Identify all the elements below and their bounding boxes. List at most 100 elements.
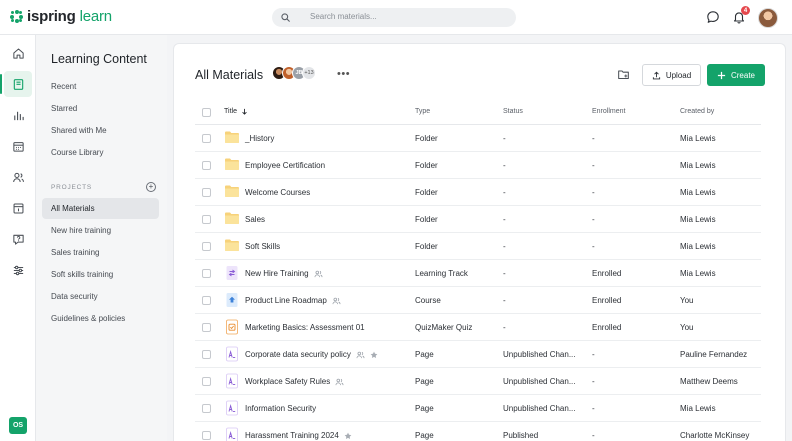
row-checkbox[interactable] bbox=[202, 215, 211, 224]
table-row[interactable]: Information Security Page Unpublished Chan… bbox=[195, 395, 761, 422]
row-checkbox[interactable] bbox=[202, 134, 211, 143]
table-row[interactable]: Product Line Roadmap Course - Enrolled You bbox=[195, 287, 761, 314]
column-status[interactable]: Status bbox=[503, 108, 523, 115]
track-icon bbox=[224, 265, 240, 283]
table-row[interactable]: Corporate data security policy Page Unpubl… bbox=[195, 341, 761, 368]
row-title[interactable]: Product Line Roadmap bbox=[245, 296, 341, 305]
row-title[interactable]: Welcome Courses bbox=[245, 188, 310, 197]
table-row[interactable]: Workplace Safety Rules Page Unpublished Ch… bbox=[195, 368, 761, 395]
shared-users-icon bbox=[314, 270, 323, 278]
table-row[interactable]: Harassment Training 2024 Page Published - Ch… bbox=[195, 422, 761, 441]
row-status: - bbox=[503, 215, 506, 224]
sidebar-item-shared[interactable]: Shared with Me bbox=[42, 120, 159, 141]
column-created-by[interactable]: Created by bbox=[680, 108, 714, 115]
page-icon bbox=[224, 427, 240, 441]
row-type: Page bbox=[415, 404, 434, 413]
column-enrollment[interactable]: Enrollment bbox=[592, 108, 625, 115]
add-project-button[interactable]: + bbox=[146, 182, 156, 192]
row-title[interactable]: Soft Skills bbox=[245, 242, 280, 251]
table-row[interactable]: Employee Certification Folder - - Mia Lewis bbox=[195, 152, 761, 179]
table-row[interactable]: Welcome Courses Folder - - Mia Lewis bbox=[195, 179, 761, 206]
row-type: Page bbox=[415, 431, 434, 440]
row-checkbox[interactable] bbox=[202, 323, 211, 332]
row-title-text: Workplace Safety Rules bbox=[245, 377, 331, 386]
row-status: Unpublished Chan... bbox=[503, 350, 576, 359]
upload-button[interactable]: Upload bbox=[642, 64, 701, 86]
table-row[interactable]: Soft Skills Folder - - Mia Lewis bbox=[195, 233, 761, 260]
user-initials-badge[interactable]: OS bbox=[9, 417, 27, 434]
row-checkbox[interactable] bbox=[202, 377, 211, 386]
table-row[interactable]: Marketing Basics: Assessment 01 QuizMaker… bbox=[195, 314, 761, 341]
row-title[interactable]: Workplace Safety Rules bbox=[245, 377, 344, 386]
left-rail: OS bbox=[0, 35, 36, 441]
row-checkbox[interactable] bbox=[202, 350, 211, 359]
row-type: Folder bbox=[415, 134, 438, 143]
more-options-button[interactable]: ••• bbox=[337, 68, 350, 80]
select-all-checkbox[interactable] bbox=[202, 108, 211, 117]
row-checkbox[interactable] bbox=[202, 188, 211, 197]
rail-settings[interactable] bbox=[4, 257, 32, 283]
main-panel: All Materials JB +13 ••• Upload Create T… bbox=[173, 43, 786, 441]
new-folder-button[interactable] bbox=[617, 68, 630, 83]
notifications-button[interactable]: 4 bbox=[731, 6, 750, 25]
row-title[interactable]: _History bbox=[245, 134, 274, 143]
row-checkbox[interactable] bbox=[202, 296, 211, 305]
sidebar-project-data-security[interactable]: Data security bbox=[42, 286, 159, 307]
row-checkbox[interactable] bbox=[202, 431, 211, 440]
rail-reports[interactable] bbox=[4, 102, 32, 128]
row-enrollment: - bbox=[592, 350, 595, 359]
shared-users-icon bbox=[332, 297, 341, 305]
sidebar-project-new-hire[interactable]: New hire training bbox=[42, 220, 159, 241]
ispring-logo[interactable]: ispring learn bbox=[10, 8, 112, 25]
sidebar-item-course-library[interactable]: Course Library bbox=[42, 142, 159, 163]
table-row[interactable]: Sales Folder - - Mia Lewis bbox=[195, 206, 761, 233]
sidebar-project-soft-skills[interactable]: Soft skills training bbox=[42, 264, 159, 285]
row-title-text: Information Security bbox=[245, 404, 317, 413]
rail-content[interactable] bbox=[0, 71, 32, 97]
row-title-text: Marketing Basics: Assessment 01 bbox=[245, 323, 365, 332]
row-type: Folder bbox=[415, 215, 438, 224]
row-checkbox[interactable] bbox=[202, 242, 211, 251]
star-icon[interactable] bbox=[370, 351, 378, 359]
sidebar-project-all-materials[interactable]: All Materials bbox=[42, 198, 159, 219]
row-title[interactable]: Employee Certification bbox=[245, 161, 325, 170]
library-icon bbox=[13, 203, 23, 213]
sidebar-item-starred[interactable]: Starred bbox=[42, 98, 159, 119]
row-checkbox[interactable] bbox=[202, 269, 211, 278]
row-title[interactable]: Harassment Training 2024 bbox=[245, 431, 352, 440]
settings-icon bbox=[13, 265, 23, 275]
column-type[interactable]: Type bbox=[415, 108, 430, 115]
logo-mark-icon bbox=[10, 10, 23, 23]
chart-icon bbox=[13, 111, 24, 120]
row-created-by: Pauline Fernandez bbox=[680, 350, 748, 359]
row-checkbox[interactable] bbox=[202, 404, 211, 413]
sidebar-item-recent[interactable]: Recent bbox=[42, 76, 159, 97]
sidebar-project-sales[interactable]: Sales training bbox=[42, 242, 159, 263]
row-title[interactable]: Marketing Basics: Assessment 01 bbox=[245, 323, 365, 332]
chat-button[interactable] bbox=[705, 9, 721, 25]
create-button[interactable]: Create bbox=[707, 64, 765, 86]
column-title[interactable]: Title bbox=[224, 108, 248, 115]
search-input[interactable] bbox=[310, 12, 500, 21]
row-title-text: Product Line Roadmap bbox=[245, 296, 327, 305]
row-checkbox[interactable] bbox=[202, 161, 211, 170]
sidebar-project-guidelines[interactable]: Guidelines & policies bbox=[42, 308, 159, 329]
table-row[interactable]: _History Folder - - Mia Lewis bbox=[195, 125, 761, 152]
star-icon[interactable] bbox=[344, 432, 352, 440]
rail-help[interactable] bbox=[4, 226, 32, 252]
members-avatars[interactable]: JB +13 bbox=[272, 66, 316, 80]
rail-calendar[interactable] bbox=[4, 133, 32, 159]
rail-library[interactable] bbox=[4, 195, 32, 221]
calendar-icon bbox=[12, 141, 24, 152]
rail-home[interactable] bbox=[4, 40, 32, 66]
table-row[interactable]: New Hire Training Learning Track - Enrolled… bbox=[195, 260, 761, 287]
top-bar: ispring learn 4 bbox=[0, 0, 792, 35]
row-title[interactable]: Information Security bbox=[245, 404, 316, 413]
rail-users[interactable] bbox=[4, 164, 32, 190]
user-avatar[interactable] bbox=[758, 8, 778, 28]
page-icon bbox=[224, 373, 240, 391]
row-title[interactable]: New Hire Training bbox=[245, 269, 323, 278]
search-bar[interactable] bbox=[272, 8, 516, 27]
row-title[interactable]: Sales bbox=[245, 215, 265, 224]
row-title[interactable]: Corporate data security policy bbox=[245, 350, 378, 359]
